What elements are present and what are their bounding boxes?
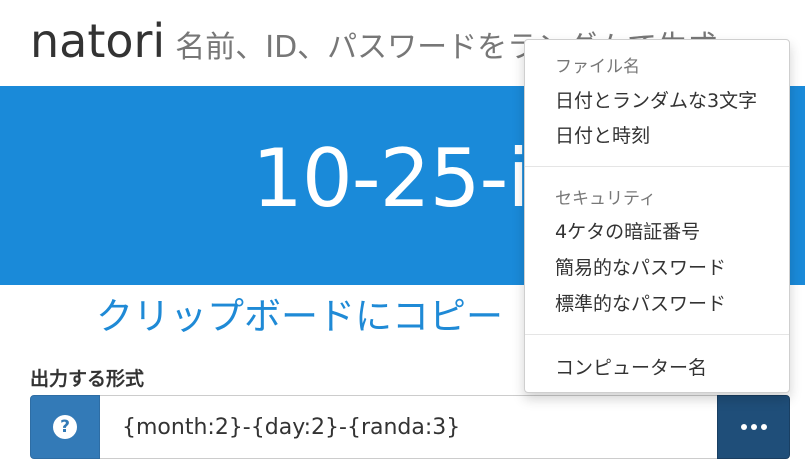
generated-value: 10-25-is: [252, 132, 570, 225]
dropdown-item-simple-password[interactable]: 簡易的なパスワード: [555, 253, 726, 280]
dropdown-header-filename: ファイル名: [555, 57, 640, 77]
dropdown-divider: [525, 166, 789, 167]
format-label: 出力する形式: [30, 368, 145, 390]
ellipsis-icon: [740, 424, 767, 430]
dropdown-item-date-time[interactable]: 日付と時刻: [555, 121, 650, 148]
format-input[interactable]: [100, 395, 717, 459]
dropdown-header-security: セキュリティ: [555, 189, 656, 209]
page: natori 名前、ID、パスワードをランダムで生成 10-25-is クリップボ…: [0, 0, 805, 476]
format-presets-button[interactable]: [717, 395, 790, 459]
dropdown-divider: [525, 334, 789, 335]
dropdown-item-date-random3[interactable]: 日付とランダムな3文字: [555, 86, 757, 113]
help-button[interactable]: ?: [30, 395, 100, 459]
format-input-group: ?: [30, 395, 790, 459]
question-circle-icon: ?: [53, 415, 77, 439]
dropdown-item-standard-password[interactable]: 標準的なパスワード: [555, 289, 726, 316]
format-presets-dropdown: ファイル名 日付とランダムな3文字 日付と時刻 セキュリティ 4ケタの暗証番号 …: [524, 39, 790, 393]
app-title: natori: [30, 14, 166, 68]
dropdown-item-pin4[interactable]: 4ケタの暗証番号: [555, 217, 700, 244]
dropdown-item-computer-name[interactable]: コンピューター名: [555, 353, 707, 380]
copy-to-clipboard-link[interactable]: クリップボードにコピー: [96, 286, 503, 340]
